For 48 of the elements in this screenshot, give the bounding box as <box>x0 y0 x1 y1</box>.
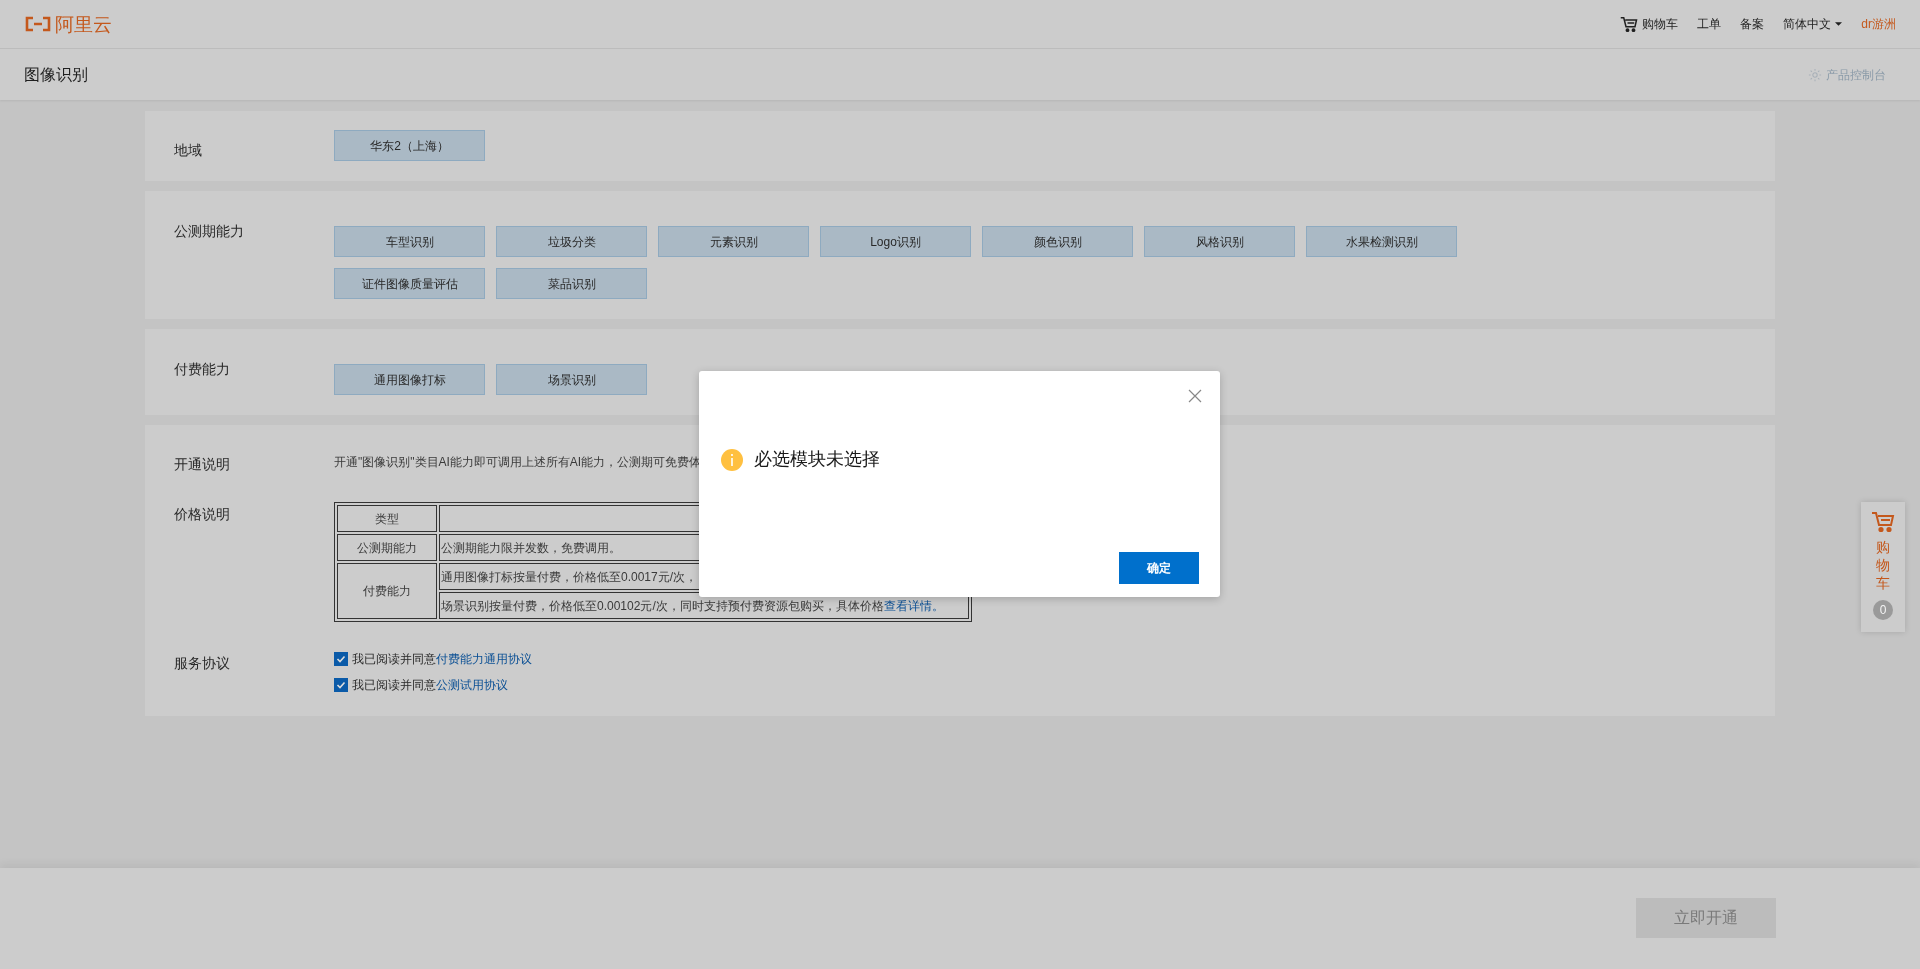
option-button[interactable]: 元素识别 <box>658 226 809 257</box>
option-button[interactable]: 水果检测识别 <box>1306 226 1457 257</box>
option-button[interactable]: 通用图像打标 <box>334 364 485 395</box>
language-dropdown[interactable]: 简体中文 <box>1783 15 1843 33</box>
option-button[interactable]: 菜品识别 <box>496 268 647 299</box>
close-button[interactable] <box>1188 389 1202 403</box>
option-button[interactable]: 颜色识别 <box>982 226 1133 257</box>
info-icon <box>721 448 743 471</box>
agreement-link[interactable]: 公测试用协议 <box>436 678 508 692</box>
checkbox[interactable] <box>334 652 348 666</box>
table-cell: 公测期能力 <box>337 534 437 561</box>
agreement-text: 我已阅读并同意付费能力通用协议 <box>352 651 532 668</box>
nav-link[interactable]: 工单 <box>1697 15 1722 33</box>
page-title: 图像识别 <box>24 64 88 85</box>
table-header-cell: 类型 <box>337 505 437 532</box>
section-label: 地域 <box>174 142 202 158</box>
option-button[interactable]: 垃圾分类 <box>496 226 647 257</box>
cart-count: 0 <box>1873 600 1893 620</box>
caret-icon <box>1835 22 1843 26</box>
section-label: 开通说明 <box>174 456 230 472</box>
logo-icon <box>24 16 52 32</box>
dialog-message: 必选模块未选择 <box>754 448 880 471</box>
details-link[interactable]: 查看详情。 <box>883 598 944 613</box>
section-label: 价格说明 <box>174 506 230 522</box>
confirm-button[interactable]: 确定 <box>1119 552 1199 584</box>
cart-icon <box>1620 15 1639 33</box>
option-button[interactable]: Logo识别 <box>820 226 971 257</box>
option-button[interactable]: 场景识别 <box>496 364 647 395</box>
option-button[interactable]: 证件图像质量评估 <box>334 268 485 299</box>
cart-link[interactable]: 购物车 <box>1620 15 1679 33</box>
option-button[interactable]: 车型识别 <box>334 226 485 257</box>
section-label: 付费能力 <box>174 361 230 377</box>
checkbox[interactable] <box>334 678 348 692</box>
agreement-text: 我已阅读并同意公测试用协议 <box>352 677 508 694</box>
check-icon <box>336 654 346 664</box>
option-button[interactable]: 华东2（上海） <box>334 130 485 161</box>
cart-label: 购物车 <box>1876 538 1890 592</box>
section-label: 服务协议 <box>174 655 230 671</box>
table-cell: 付费能力 <box>337 563 437 619</box>
option-button[interactable]: 风格识别 <box>1144 226 1295 257</box>
agreement-link[interactable]: 付费能力通用协议 <box>436 652 532 666</box>
settings-icon <box>1808 67 1822 82</box>
section-label: 公测期能力 <box>174 223 244 239</box>
cart-icon <box>1871 511 1895 533</box>
close-icon <box>1188 389 1202 403</box>
activation-text: 开通"图像识别"类目AI能力即可调用上述所有AI能力，公测期可免费体 <box>334 454 702 471</box>
check-icon <box>336 680 346 690</box>
nav-link[interactable]: 备案 <box>1740 15 1765 33</box>
